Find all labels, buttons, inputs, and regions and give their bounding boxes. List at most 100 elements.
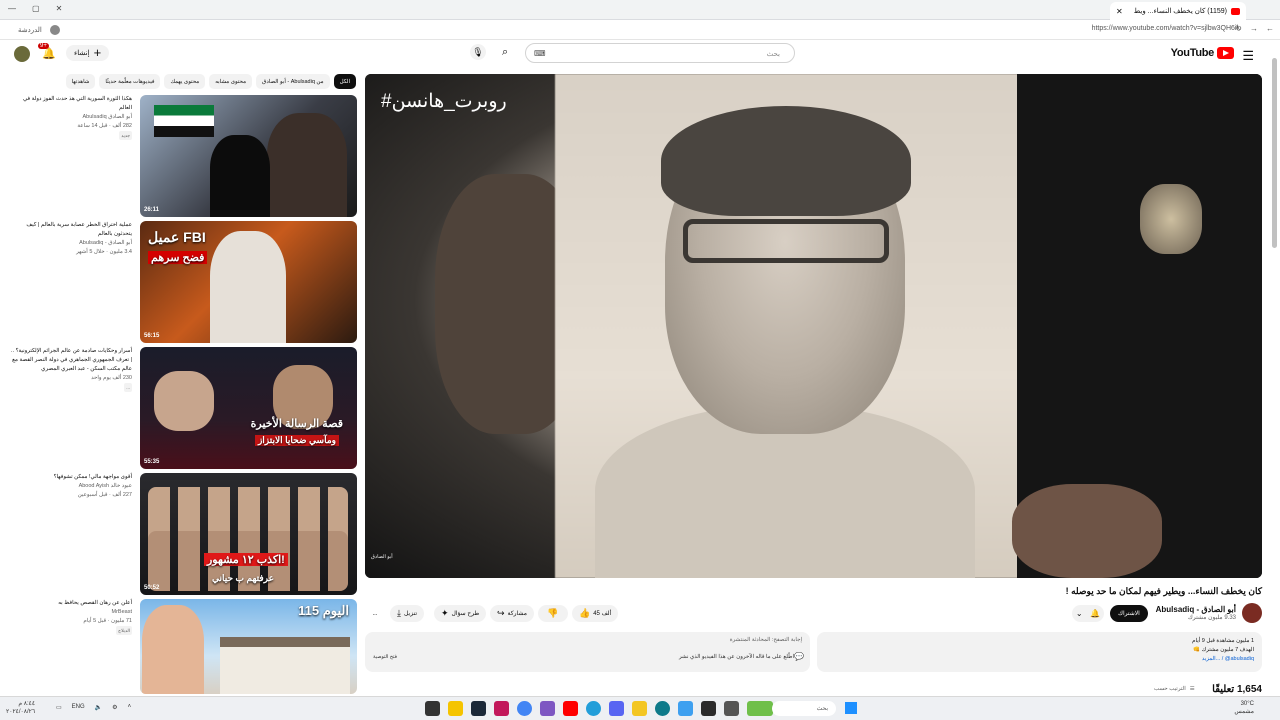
like-button[interactable]: 👍 45 ألف: [572, 605, 619, 622]
display-icon[interactable]: ▭: [56, 704, 62, 711]
file-app-icon[interactable]: [448, 701, 463, 716]
app-icon[interactable]: [678, 701, 693, 716]
description-line: الهدف 7 مليون مشترك 👊: [1193, 647, 1254, 653]
app-icon[interactable]: [540, 701, 555, 716]
taskbar-search[interactable]: بحث: [772, 701, 836, 716]
volume-icon[interactable]: 🔈: [95, 704, 102, 711]
steam-icon[interactable]: [471, 701, 486, 716]
url-field[interactable]: https://www.youtube.com/watch?v=sjlbw3QH…: [1092, 25, 1240, 32]
browser-tab[interactable]: (1159) كان يخطف النساء... ويط ✕: [1110, 2, 1246, 20]
download-button[interactable]: ⤓ تنزيل: [390, 605, 424, 622]
language-indicator[interactable]: ENG: [72, 704, 85, 711]
chip-watched[interactable]: شاهدتها: [65, 74, 96, 89]
thumbnail-mansion: [220, 637, 350, 694]
chip-recent[interactable]: فيديوهات معلّمة حديثًا: [99, 74, 161, 89]
video-duration: 26:11: [144, 207, 160, 213]
close-icon[interactable]: ✕: [56, 4, 63, 13]
youtube-favicon-icon: [1231, 7, 1240, 15]
youtube-app-icon[interactable]: [563, 701, 578, 716]
tray-chevron-icon[interactable]: ˄: [128, 704, 132, 711]
channel-avatar[interactable]: [1242, 603, 1262, 623]
thumbnail-text: اليوم 115: [298, 603, 349, 618]
video-title[interactable]: عملية اختراق الخطر عصابة سرية بالعالم | …: [10, 221, 132, 239]
weather-widget[interactable]: 30°C مشمس: [1234, 700, 1254, 716]
chrome-icon[interactable]: [517, 701, 532, 716]
video-thumbnail[interactable]: اكذب ١٢ مشهور! عرفتهم ب حياني 50:52: [140, 473, 357, 595]
notifications-bell-icon[interactable]: 🔔 9+: [38, 43, 56, 60]
thumbnail-flag: [154, 105, 214, 137]
channel-name[interactable]: أبو الصادق - Abulsadiq: [1156, 605, 1236, 614]
back-icon[interactable]: ←: [1266, 24, 1274, 33]
file-explorer-icon[interactable]: [632, 701, 647, 716]
channel-name[interactable]: MrBeast: [10, 608, 132, 617]
sort-comments-button[interactable]: الترتيب حسب ☰: [1154, 686, 1195, 692]
video-thumbnail[interactable]: عميل FBI فضح سرهم 56:15: [140, 221, 357, 343]
nav-icons: ↻ → ←: [1235, 24, 1274, 33]
epic-games-icon[interactable]: [425, 701, 440, 716]
reload-icon[interactable]: ↻: [1235, 24, 1242, 33]
related-video[interactable]: قصة الرسالة الأخيرة ومآسي ضحايا الابتزاز…: [10, 347, 357, 469]
notification-dropdown[interactable]: ⌄ 🔔: [1072, 605, 1104, 622]
account-avatar[interactable]: [14, 46, 30, 62]
search-input[interactable]: بحث ⌨: [525, 43, 795, 63]
bell-icon: 🔔: [1090, 609, 1101, 618]
related-video[interactable]: اكذب ١٢ مشهور! عرفتهم ب حياني 50:52 أقوى…: [10, 473, 357, 595]
related-video[interactable]: 26:11 هكذا الثورة السورية التي هذ حدث ال…: [10, 95, 357, 217]
video-title[interactable]: أعلن عن رهان القصص يحافظ به: [10, 599, 132, 608]
chip-all[interactable]: الكل: [333, 74, 356, 89]
video-title[interactable]: أقوى مواجهة مالي! ممكن تشوفها؟: [10, 473, 132, 482]
profile-avatar[interactable]: [49, 25, 60, 35]
channel-name[interactable]: أبو الصادق - Abulsadiq: [10, 239, 132, 248]
maximize-icon[interactable]: ▢: [32, 4, 40, 13]
profile-area[interactable]: الدردشة: [18, 25, 60, 35]
video-thumbnail[interactable]: قصة الرسالة الأخيرة ومآسي ضحايا الابتزاز…: [140, 347, 357, 469]
create-button[interactable]: إنشاء +: [66, 45, 110, 61]
edge-icon[interactable]: [655, 701, 670, 716]
pinned-apps: [425, 701, 773, 716]
video-thumbnail[interactable]: اليوم 115: [140, 599, 357, 694]
telegram-icon[interactable]: [586, 701, 601, 716]
create-label: إنشاء: [74, 50, 90, 57]
app-icon[interactable]: [724, 701, 739, 716]
more-actions-button[interactable]: ...: [365, 605, 385, 622]
discord-icon[interactable]: [609, 701, 624, 716]
microphone-icon[interactable]: 🎙: [470, 44, 486, 60]
dislike-button[interactable]: 👎: [538, 605, 568, 622]
more-badge: ...: [124, 383, 132, 392]
app-icon[interactable]: [701, 701, 716, 716]
new-badge: جديد: [119, 131, 132, 140]
forward-icon[interactable]: →: [1250, 24, 1258, 33]
tab-close-icon[interactable]: ✕: [1116, 7, 1123, 16]
search-button[interactable]: ⌕: [502, 46, 508, 59]
scrollbar-thumb[interactable]: [1272, 58, 1277, 248]
minimize-icon[interactable]: —: [8, 4, 16, 13]
menu-icon[interactable]: ☰: [1242, 48, 1254, 64]
app-icon[interactable]: [494, 701, 509, 716]
video-player[interactable]: #روبرت_هانسن أبو الصادق: [365, 74, 1262, 578]
network-icon[interactable]: ⚙: [112, 704, 117, 711]
channel-watermark[interactable]: أبو الصادق: [371, 554, 393, 560]
chip-similar[interactable]: محتوى مشابه: [209, 74, 253, 89]
ask-button[interactable]: ✦ طرح سؤال: [434, 605, 487, 622]
channel-name[interactable]: عبود خالد Abood Ayish: [10, 482, 132, 491]
chip-from-channel[interactable]: من Abulsadiq - أبو الصادق: [256, 74, 330, 89]
related-video[interactable]: اليوم 115 أعلن عن رهان القصص يحافظ به Mr…: [10, 599, 357, 694]
video-thumbnail[interactable]: 26:11: [140, 95, 357, 217]
youtube-logo[interactable]: YouTube: [1171, 47, 1234, 59]
widgets-icon[interactable]: [747, 701, 773, 716]
chip-for-you[interactable]: محتوى يهمك: [164, 74, 206, 89]
description-more[interactable]: abulsadiq@ / ...المزيد: [825, 655, 1254, 664]
video-title[interactable]: أسرار وحكايات صادمة عن عالم الجرائم الإل…: [10, 347, 132, 374]
video-title[interactable]: هكذا الثورة السورية التي هذ حدث الفوز دو…: [10, 95, 132, 113]
related-video[interactable]: عميل FBI فضح سرهم 56:15 عملية اختراق الخ…: [10, 221, 357, 343]
description-box[interactable]: 1 مليون مشاهدة قبل 9 أيام الهدف 7 مليون …: [817, 632, 1262, 672]
channel-name[interactable]: أبو الصادق Abulsadiq: [10, 113, 133, 122]
summary-link[interactable]: فتح التوصية: [373, 654, 397, 660]
clock[interactable]: ٨:٤٤ م ٢٠٢٤/٠٨/٢٦: [6, 700, 35, 716]
dubbed-badge: الدبلاج: [116, 626, 132, 635]
share-button[interactable]: ↪ مشاركة: [490, 605, 534, 622]
subscribe-button[interactable]: الاشتراك: [1110, 605, 1148, 622]
keyboard-icon[interactable]: ⌨: [534, 49, 546, 58]
windows-start-icon[interactable]: [845, 702, 857, 714]
page-scrollbar[interactable]: [1270, 40, 1280, 696]
